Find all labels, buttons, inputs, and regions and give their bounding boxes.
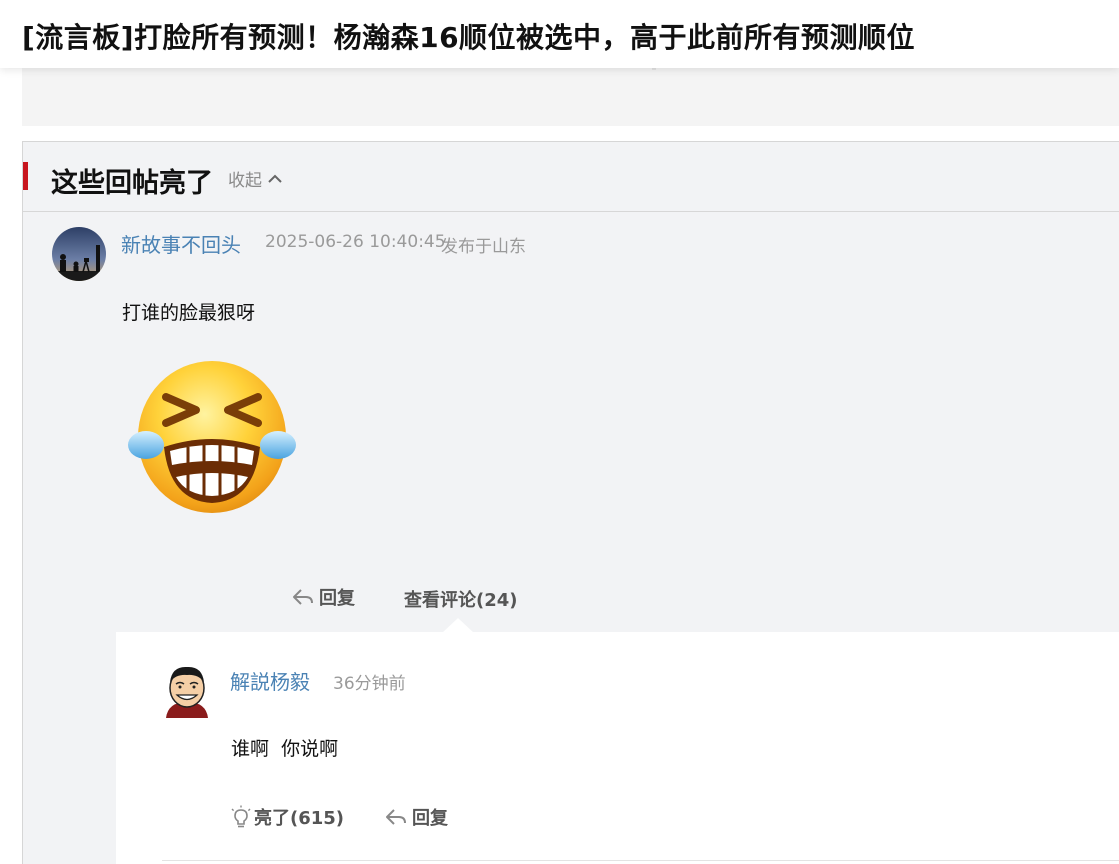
decorative-dot <box>652 68 656 70</box>
avatar[interactable] <box>52 227 106 281</box>
comment-card-pointer <box>442 618 474 633</box>
comment-reply-label: 回复 <box>412 808 448 829</box>
post-reply-button[interactable]: 回复 <box>292 584 355 610</box>
section-marker <box>23 162 28 190</box>
post-content: 打谁的脸最狠呀 <box>122 302 256 324</box>
thread-header: [流言板]打脸所有预测！杨瀚森16顺位被选中，高于此前所有预测顺位 <box>0 0 1119 68</box>
laughing-tears-emoji-icon <box>126 355 298 515</box>
comment-author[interactable]: 解説杨毅 <box>230 666 310 695</box>
lightbulb-icon <box>231 805 251 828</box>
collapse-toggle[interactable]: 收起 <box>228 166 282 191</box>
reply-arrow-icon <box>293 589 313 605</box>
comment-content: 谁啊 你说啊 <box>231 738 339 760</box>
comment-timestamp: 36分钟前 <box>333 674 406 694</box>
avatar[interactable] <box>162 662 212 718</box>
section-header: 这些回帖亮了 收起 <box>23 142 1119 212</box>
post-timestamp: 2025-06-26 10:40:45 <box>265 232 446 252</box>
header-spacer-band <box>22 68 1119 126</box>
post-author[interactable]: 新故事不回头 <box>121 229 241 258</box>
reply-arrow-icon <box>386 809 406 825</box>
collapse-label: 收起 <box>228 171 262 191</box>
divider <box>162 860 1119 861</box>
chevron-up-icon <box>268 174 282 183</box>
view-comments-button[interactable]: 查看评论(24) <box>404 586 518 612</box>
post-location: 发布于山东 <box>441 237 526 257</box>
comment-reply-button[interactable]: 回复 <box>385 804 448 830</box>
light-up-button[interactable]: 亮了(615) <box>230 804 344 830</box>
thread-title: [流言板]打脸所有预测！杨瀚森16顺位被选中，高于此前所有预测顺位 <box>22 21 916 54</box>
section-title: 这些回帖亮了 <box>51 168 213 199</box>
post-reply-label: 回复 <box>319 588 355 609</box>
light-up-label: 亮了(615) <box>254 808 345 829</box>
